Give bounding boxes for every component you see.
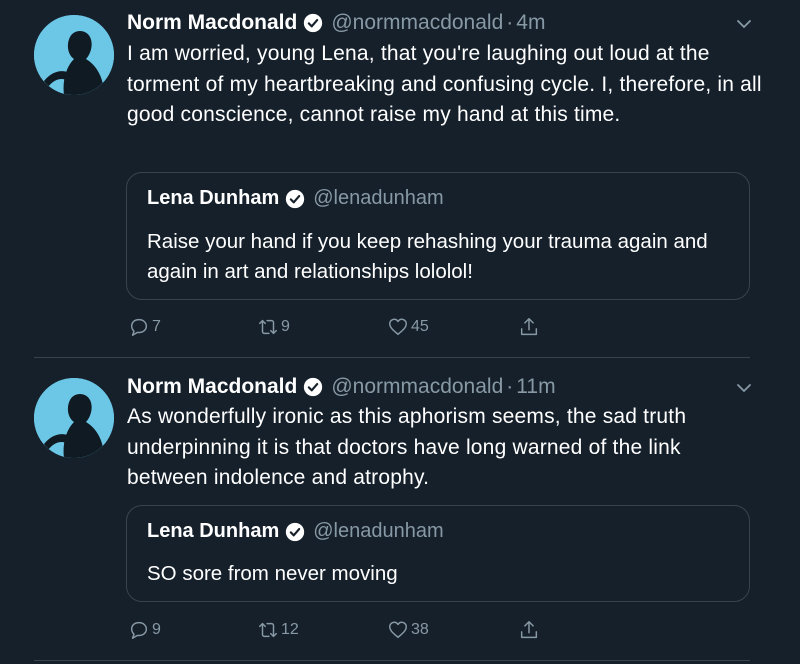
verified-badge-icon: [304, 377, 323, 397]
reply-button[interactable]: 7: [128, 316, 161, 338]
retweet-button[interactable]: 12: [257, 619, 299, 641]
verified-badge-icon: [304, 13, 323, 33]
like-count: 38: [411, 621, 429, 638]
timestamp[interactable]: 11m: [516, 375, 555, 399]
reply-button[interactable]: 9: [128, 619, 161, 641]
tweet-text: As wonderfully ironic as this aphorism s…: [127, 405, 687, 489]
tweet[interactable]: Norm Macdonald @normmacdonald · 11m As w…: [0, 360, 800, 664]
reply-icon: [130, 621, 148, 639]
quote-text: SO sore from never moving: [147, 562, 398, 585]
quote-author-handle: @lenadunham: [313, 520, 444, 542]
divider: [34, 357, 750, 358]
quote-author-name: Lena Dunham: [147, 520, 280, 542]
quote-author-handle: @lenadunham: [313, 187, 444, 209]
author-name[interactable]: Norm Macdonald: [127, 375, 297, 399]
verified-badge-icon: [286, 189, 305, 208]
retweet-icon: [259, 319, 277, 335]
reply-count: 9: [152, 621, 161, 638]
verified-badge-icon: [286, 522, 305, 541]
quote-author-name: Lena Dunham: [147, 187, 280, 209]
timestamp[interactable]: 4m: [516, 11, 545, 35]
avatar-image: [34, 378, 114, 458]
quote-text: Raise your hand if you keep rehashing yo…: [147, 230, 708, 283]
share-icon: [520, 318, 538, 336]
like-button[interactable]: 38: [387, 619, 429, 641]
tweet-header: Norm Macdonald @normmacdonald · 4m: [127, 8, 545, 38]
quote-header: Lena Dunham @lenadunham: [147, 520, 444, 543]
avatar[interactable]: [34, 15, 114, 95]
tweet-text: I am worried, young Lena, that you're la…: [127, 42, 762, 126]
quote-tweet[interactable]: Lena Dunham @lenadunham SO sore from nev…: [126, 505, 750, 602]
heart-icon: [389, 318, 407, 336]
separator-dot: ·: [506, 11, 514, 34]
share-button[interactable]: [518, 619, 540, 641]
chevron-down-icon[interactable]: [734, 378, 754, 398]
like-count: 45: [411, 318, 429, 335]
heart-icon: [389, 621, 407, 639]
retweet-icon: [259, 622, 277, 638]
author-handle[interactable]: @normmacdonald: [331, 375, 503, 399]
retweet-count: 9: [281, 318, 290, 335]
author-handle[interactable]: @normmacdonald: [331, 11, 503, 35]
chevron-down-icon[interactable]: [734, 14, 754, 34]
tweet-actions: 9 12 38: [0, 619, 800, 645]
like-button[interactable]: 45: [387, 316, 429, 338]
author-name[interactable]: Norm Macdonald: [127, 11, 297, 35]
retweet-button[interactable]: 9: [257, 316, 290, 338]
tweet-header: Norm Macdonald @normmacdonald · 11m: [127, 372, 556, 402]
divider: [34, 660, 750, 661]
reply-icon: [130, 318, 148, 336]
tweet-actions: 7 9 45: [0, 316, 800, 342]
share-icon: [520, 621, 538, 639]
separator-dot: ·: [506, 375, 514, 398]
avatar-image: [34, 15, 114, 95]
quote-header: Lena Dunham @lenadunham: [147, 187, 444, 210]
reply-count: 7: [152, 318, 161, 335]
retweet-count: 12: [281, 621, 299, 638]
tweet[interactable]: Norm Macdonald @normmacdonald · 4m I am …: [0, 0, 800, 360]
avatar[interactable]: [34, 378, 114, 458]
quote-tweet[interactable]: Lena Dunham @lenadunham Raise your hand …: [126, 172, 750, 300]
share-button[interactable]: [518, 316, 540, 338]
